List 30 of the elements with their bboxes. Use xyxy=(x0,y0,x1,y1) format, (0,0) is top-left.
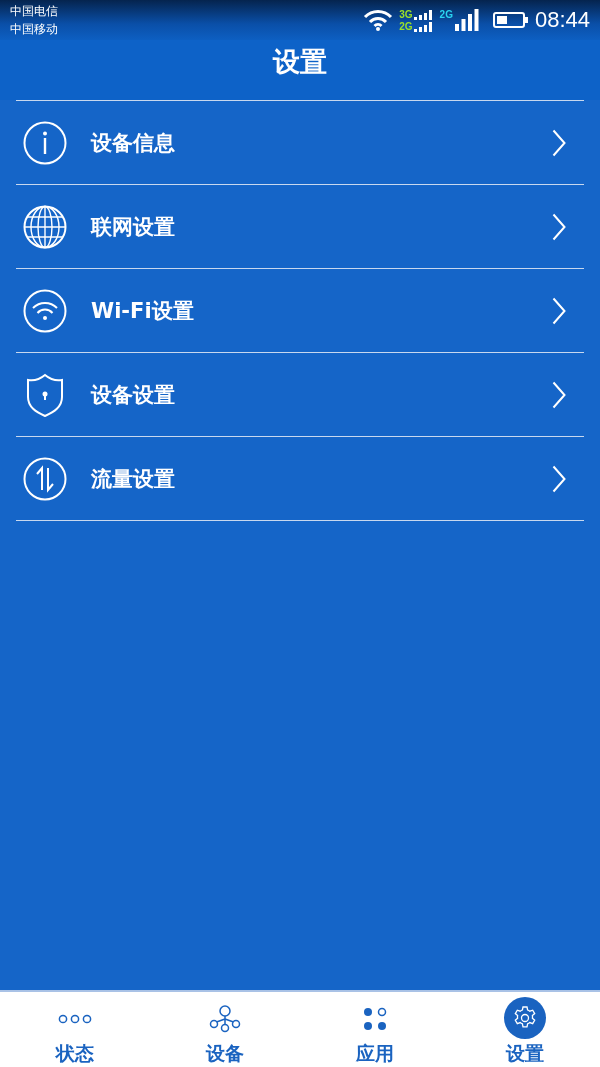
network-label: 2G xyxy=(399,20,413,32)
chevron-right-icon xyxy=(552,212,566,241)
menu-item[interactable]: 联网设置 xyxy=(16,185,584,269)
globe-icon xyxy=(23,204,67,249)
network-label: 2G xyxy=(439,9,453,20)
wifi-icon xyxy=(23,288,67,333)
menu-item[interactable]: Wi-Fi设置 xyxy=(16,269,584,353)
signal-icon xyxy=(413,9,434,20)
signal-icon xyxy=(454,9,479,31)
menu-item[interactable]: 流量设置 xyxy=(16,437,584,521)
tab[interactable]: 状态 xyxy=(0,992,150,1067)
clock-time: 08:44 xyxy=(534,7,590,33)
screen-title: 设置 xyxy=(273,45,327,79)
info-icon xyxy=(23,120,67,165)
signal-icon xyxy=(413,21,434,32)
wifi-icon xyxy=(363,9,394,31)
chevron-right-icon xyxy=(552,464,566,493)
carrier-name: 中国电信 xyxy=(10,3,58,20)
menu-item[interactable]: 设备信息 xyxy=(16,101,584,185)
chevron-right-icon xyxy=(552,296,566,325)
carrier-name: 中国移动 xyxy=(10,21,58,38)
up-down-arrows-icon xyxy=(23,456,67,501)
menu-item[interactable]: 设备设置 xyxy=(16,353,584,437)
network-label: 3G xyxy=(399,8,413,20)
chevron-right-icon xyxy=(552,380,566,409)
chevron-right-icon xyxy=(552,128,566,157)
tab[interactable]: 设置 xyxy=(450,992,600,1067)
tab[interactable]: 设备 xyxy=(150,992,300,1067)
battery-icon xyxy=(492,12,525,28)
tab[interactable]: 应用 xyxy=(300,992,450,1067)
